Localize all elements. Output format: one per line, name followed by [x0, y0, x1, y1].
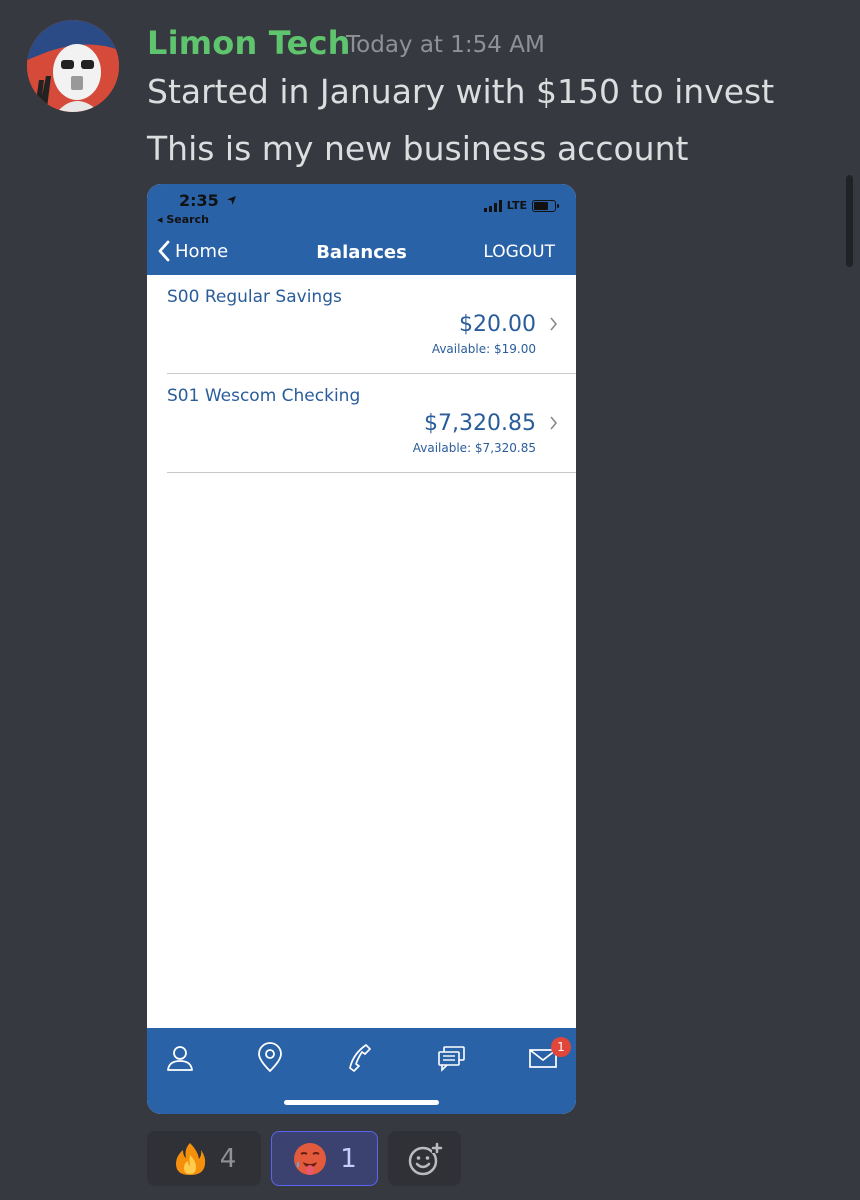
status-time-text: 2:35 [179, 191, 219, 210]
location-pin-icon[interactable] [254, 1042, 286, 1074]
chevron-right-icon [550, 317, 558, 331]
location-arrow-icon [227, 196, 237, 205]
logout-button[interactable]: LOGOUT [483, 242, 555, 262]
reaction-count: 4 [219, 1143, 237, 1174]
battery-icon [532, 199, 559, 212]
status-back-search[interactable]: ◂ Search [157, 213, 209, 226]
reaction-count: 1 [340, 1143, 357, 1174]
account-name: S01 Wescom Checking [167, 386, 361, 406]
fire-emoji [175, 1142, 205, 1175]
account-available: Available: $19.00 [431, 342, 536, 356]
home-indicator[interactable] [284, 1100, 439, 1105]
network-type: LTE [506, 199, 527, 212]
account-balance: $7,320.85 [424, 411, 536, 436]
account-name: S00 Regular Savings [167, 287, 342, 307]
add-reaction-icon [408, 1142, 442, 1175]
status-time: 2:35 [179, 191, 237, 210]
signal-icon [483, 199, 502, 212]
account-available: Available: $7,320.85 [412, 441, 536, 455]
hot-face-emoji [294, 1142, 327, 1175]
add-reaction-button[interactable] [388, 1131, 461, 1186]
message-line: This is my new business account [147, 129, 689, 168]
message-timestamp: Today at 1:54 AM [346, 32, 545, 58]
reaction-hot-face[interactable]: 1 [271, 1131, 378, 1186]
username[interactable]: Limon Tech [147, 24, 351, 62]
chat-bubbles-icon[interactable] [436, 1042, 468, 1074]
account-row[interactable]: S01 Wescom Checking $7,320.85 Available:… [167, 374, 576, 473]
tab-bar: 1 [147, 1028, 576, 1114]
chevron-right-icon [550, 416, 558, 430]
phone-header: 2:35 ◂ Search LTE Home Balances LOGOUT [147, 184, 576, 275]
reaction-fire[interactable]: 4 [147, 1131, 261, 1186]
person-icon[interactable] [164, 1042, 196, 1074]
account-balance: $20.00 [459, 312, 536, 337]
account-row[interactable]: S00 Regular Savings $20.00 Available: $1… [167, 275, 576, 374]
phone-icon[interactable] [345, 1042, 377, 1074]
image-attachment[interactable]: 2:35 ◂ Search LTE Home Balances LOGOUT S… [147, 184, 576, 1114]
scrollbar-thumb[interactable] [846, 175, 853, 267]
message-line: Started in January with $150 to invest [147, 72, 775, 111]
mail-badge: 1 [551, 1037, 571, 1057]
status-indicators: LTE [483, 199, 559, 212]
user-avatar[interactable] [27, 20, 119, 112]
